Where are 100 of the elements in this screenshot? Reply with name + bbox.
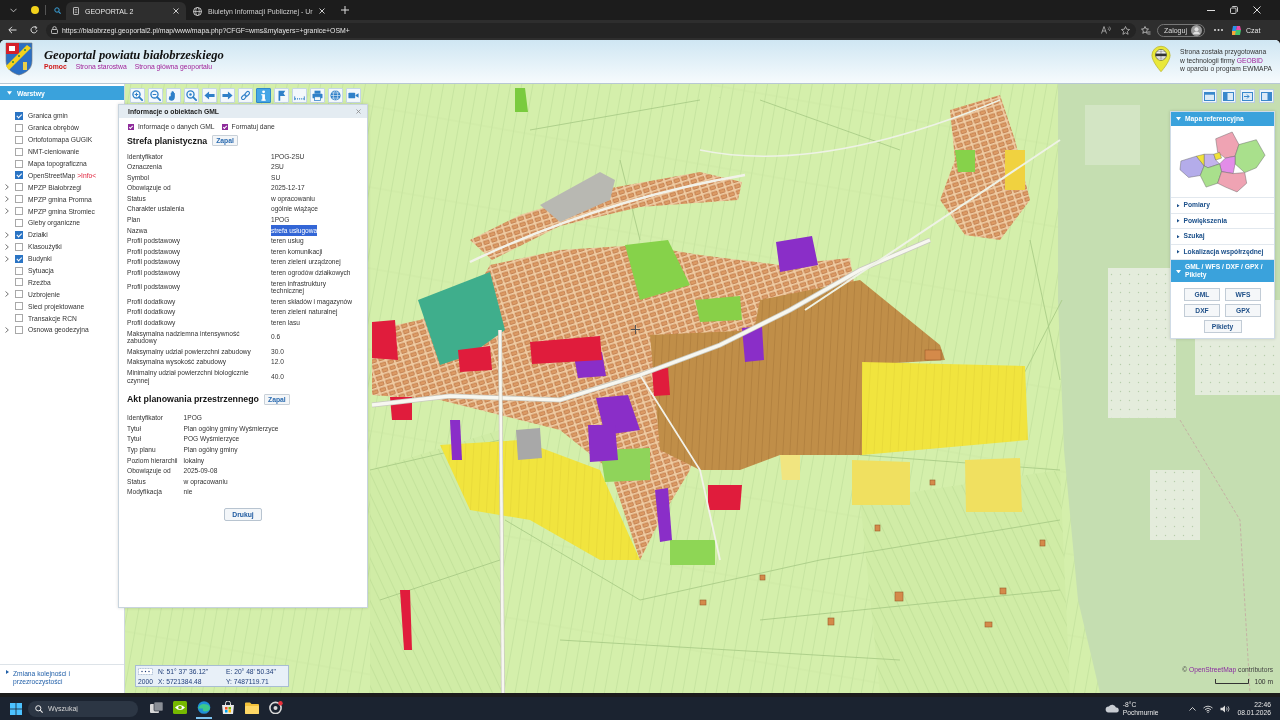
chevron-up-icon[interactable]	[1188, 706, 1196, 711]
chevron-icon[interactable]	[5, 196, 9, 203]
camera-button[interactable]	[346, 88, 361, 103]
layer-checkbox[interactable]	[15, 135, 23, 144]
layer-checkbox[interactable]	[15, 266, 23, 275]
layer-checkbox[interactable]	[15, 195, 23, 204]
info-icon	[258, 90, 269, 101]
layer-checkbox[interactable]	[15, 183, 23, 192]
layer-checkbox[interactable]	[15, 159, 23, 168]
close-icon[interactable]	[318, 8, 325, 14]
crosshair-icon	[631, 325, 640, 334]
caret-icon	[1176, 269, 1181, 274]
close-icon[interactable]	[173, 8, 179, 14]
ring-icon	[269, 701, 283, 714]
speaker-icon[interactable]	[1219, 704, 1230, 713]
search-icon	[35, 704, 43, 713]
reference-map-drawing[interactable]	[1179, 129, 1266, 193]
layer-checkbox[interactable]	[15, 314, 23, 323]
chevron-icon[interactable]	[5, 208, 9, 215]
zoom-in-button[interactable]	[130, 88, 145, 103]
back-icon[interactable]	[8, 26, 17, 34]
layer-checkbox[interactable]	[15, 147, 23, 156]
building	[894, 591, 904, 602]
globe-button[interactable]	[328, 88, 343, 103]
layer-checkbox[interactable]	[15, 278, 23, 287]
refresh-icon[interactable]	[30, 26, 38, 34]
section-title: Strefa planistyczna	[127, 135, 208, 146]
zoom-button[interactable]	[184, 88, 199, 103]
circle-icon[interactable]	[31, 6, 39, 14]
layer-checkbox[interactable]	[15, 207, 23, 216]
planning-zone	[852, 460, 910, 505]
sidebar-icon	[1261, 91, 1272, 101]
flag-button[interactable]	[274, 88, 289, 103]
back-button[interactable]	[202, 88, 217, 103]
planning-zone	[625, 240, 690, 300]
layer-checkbox[interactable]	[15, 218, 23, 227]
layer-checkbox[interactable]	[15, 111, 23, 120]
search-icon[interactable]	[54, 6, 61, 14]
layer-checkbox[interactable]	[15, 123, 23, 132]
planning-zone	[742, 326, 764, 362]
caret-icon	[6, 670, 9, 674]
planning-zone	[780, 455, 800, 480]
link-button[interactable]	[238, 88, 253, 103]
window-view-button[interactable]	[1202, 89, 1217, 103]
clearing-area	[1150, 470, 1200, 540]
restore-icon[interactable]	[1230, 6, 1238, 14]
building	[699, 599, 707, 606]
taskbar-app-button[interactable]	[196, 698, 212, 719]
plus-icon[interactable]	[340, 6, 349, 14]
split-view-button[interactable]	[1221, 89, 1236, 103]
split-view-icon	[1223, 91, 1234, 101]
video-camera-icon	[348, 90, 359, 101]
scale-bar	[1215, 679, 1250, 684]
zoom-out-button[interactable]	[148, 88, 163, 103]
sidebar-view-button[interactable]	[1259, 89, 1274, 103]
eye-icon	[173, 701, 187, 714]
building	[827, 617, 835, 626]
measure-button[interactable]	[292, 88, 307, 103]
layer-checkbox[interactable]	[15, 325, 23, 334]
chevron-icon[interactable]	[5, 184, 9, 191]
planning-zone	[708, 485, 742, 510]
forward-button[interactable]	[220, 88, 235, 103]
wifi-icon[interactable]	[1202, 704, 1213, 713]
print-button[interactable]	[310, 88, 325, 103]
layer-checkbox[interactable]	[15, 242, 23, 251]
lock-icon[interactable]	[51, 26, 58, 34]
layer-checkbox[interactable]	[15, 254, 23, 263]
caret-icon	[1177, 250, 1180, 254]
chevron-icon[interactable]	[5, 231, 9, 238]
chevron-icon[interactable]	[5, 255, 9, 262]
layer-checkbox[interactable]	[15, 230, 23, 239]
planning-zone	[965, 458, 1022, 512]
chevron-icon[interactable]	[5, 291, 9, 298]
start-button[interactable]	[10, 702, 22, 715]
minimize-icon[interactable]	[1207, 9, 1215, 11]
planning-zone	[515, 88, 528, 112]
info-button[interactable]	[256, 88, 271, 103]
favorites-icon[interactable]	[1141, 25, 1151, 35]
option-checkbox[interactable]	[128, 123, 134, 130]
avatar-icon	[1190, 24, 1202, 36]
folder-icon	[245, 701, 259, 714]
caret-icon[interactable]	[7, 91, 12, 95]
document-icon	[73, 7, 79, 15]
chevron-down-icon[interactable]	[10, 7, 17, 13]
building	[759, 574, 766, 581]
globe-icon	[193, 6, 202, 16]
dots-icon[interactable]	[138, 667, 153, 675]
read-aloud-icon[interactable]	[1101, 26, 1111, 34]
pan-button[interactable]	[166, 88, 181, 103]
star-icon[interactable]	[1121, 25, 1130, 35]
layer-checkbox[interactable]	[15, 171, 23, 180]
panel-arrow-button[interactable]	[1240, 89, 1255, 103]
window-icon	[1204, 91, 1215, 101]
layer-checkbox[interactable]	[15, 302, 23, 311]
option-checkbox[interactable]	[221, 123, 228, 130]
zoom-in-icon	[132, 90, 143, 101]
chevron-icon[interactable]	[5, 243, 9, 250]
layer-checkbox[interactable]	[15, 290, 23, 299]
chevron-icon[interactable]	[5, 326, 9, 333]
section-title: Akt planowania przestrzennego	[127, 394, 259, 405]
